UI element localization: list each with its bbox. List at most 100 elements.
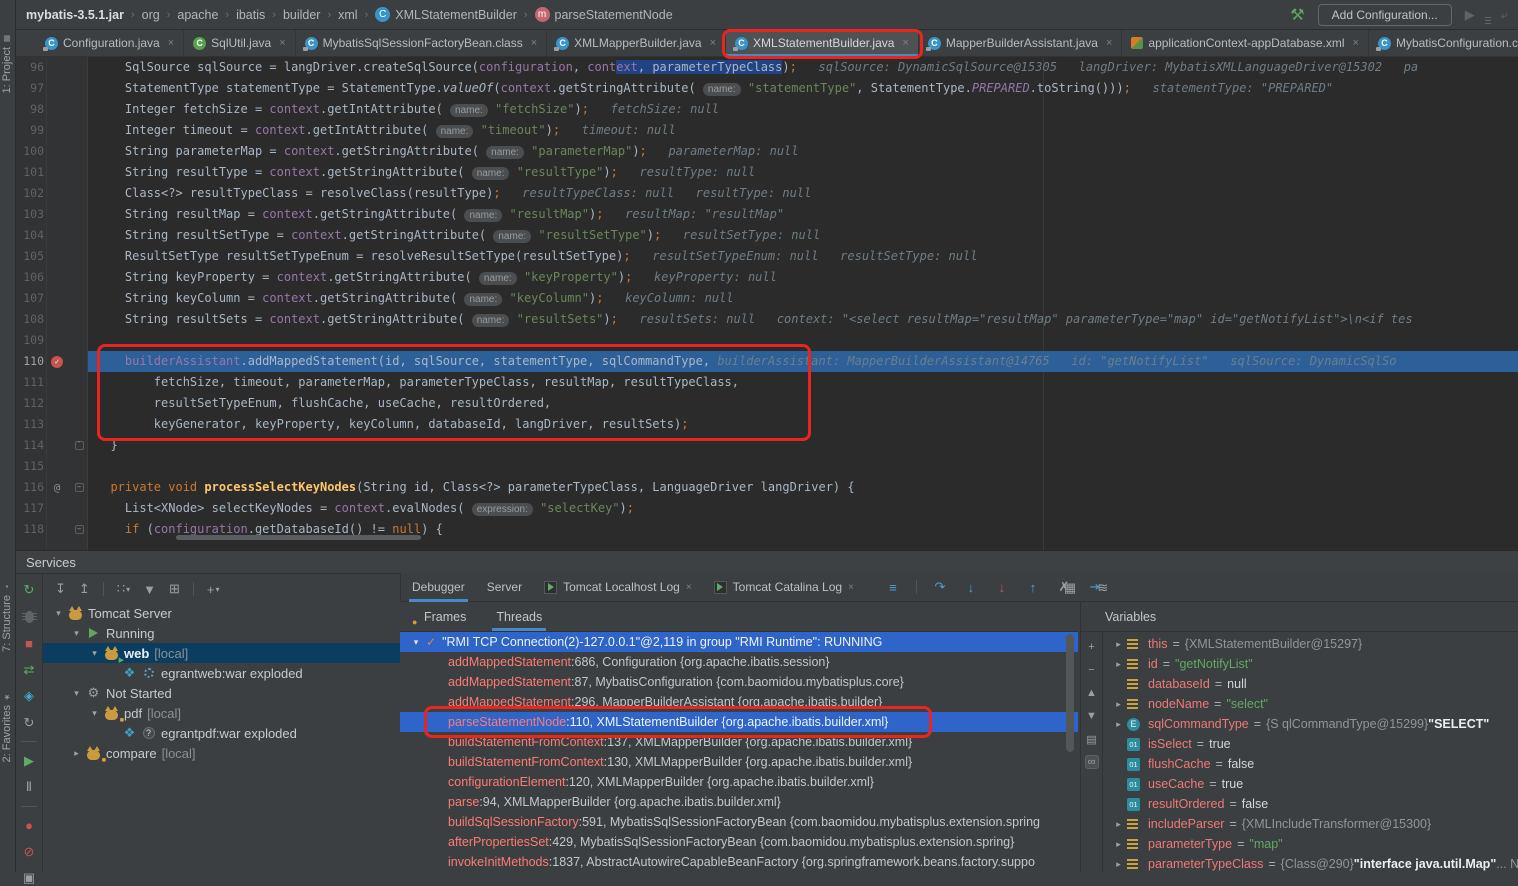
- tab-close-icon[interactable]: ×: [279, 37, 285, 49]
- code-line[interactable]: 110✓ builderAssistant.addMappedStatement…: [16, 351, 1518, 372]
- stack-frame[interactable]: addMappedStatement:686, Configuration {o…: [400, 652, 1078, 672]
- variable-row[interactable]: ▸EsqlCommandType={S qlCommandType@15299}…: [1104, 714, 1518, 734]
- editor-tab[interactable]: CConfiguration.java×: [36, 30, 184, 56]
- fold-icon[interactable]: −: [75, 483, 84, 492]
- editor-tab[interactable]: CMapperBuilderAssistant.java×: [919, 30, 1123, 56]
- add-service-icon[interactable]: +▾: [207, 582, 220, 597]
- editor-tab[interactable]: CMybatisConfiguration.class×: [1369, 30, 1518, 56]
- resume-icon[interactable]: ▶: [21, 753, 37, 769]
- tab-close-icon[interactable]: ×: [168, 37, 174, 49]
- rerun-icon[interactable]: ↻: [21, 582, 37, 598]
- stack-frame[interactable]: invokeInitMethods:1837, AbstractAutowire…: [400, 852, 1078, 872]
- code-line[interactable]: 112 resultSetTypeEnum, flushCache, useCa…: [16, 393, 1518, 414]
- service-tree-item[interactable]: ❖?egrantpdf:war exploded: [43, 723, 400, 743]
- tree-chevron-icon[interactable]: ▸: [1110, 859, 1127, 870]
- debugger-tab[interactable]: Server: [476, 573, 533, 601]
- collapse-all-icon[interactable]: ↥: [79, 581, 90, 597]
- build-hammer-icon[interactable]: ⚒: [1290, 5, 1304, 25]
- stack-frame[interactable]: afterPropertiesSet:429, MybatisSqlSessio…: [400, 832, 1078, 852]
- variable-row[interactable]: ▸this={XMLStatementBuilder@15297}: [1104, 634, 1518, 654]
- service-tree-item[interactable]: ▾Tomcat Server: [43, 603, 400, 623]
- tree-chevron-icon[interactable]: ▾: [87, 648, 102, 659]
- code-editor[interactable]: 96 SqlSource sqlSource = langDriver.crea…: [16, 57, 1518, 550]
- tab-close-icon[interactable]: ×: [1353, 37, 1359, 49]
- fold-slot[interactable]: −: [70, 477, 88, 498]
- tool-window-button-favorites[interactable]: 2: Favorites★: [1, 692, 13, 762]
- variable-row[interactable]: 01isSelect=true: [1104, 734, 1518, 754]
- camera-icon[interactable]: ▣: [21, 870, 37, 886]
- step-into-icon[interactable]: ↓: [963, 579, 979, 595]
- variable-row[interactable]: ▸nodeName="select": [1104, 694, 1518, 714]
- tool-window-button-structure[interactable]: 7: Structure▪: [1, 582, 13, 652]
- show-watches-icon[interactable]: ∞: [1085, 755, 1099, 769]
- remove-watch-icon[interactable]: −: [1085, 663, 1099, 677]
- breakpoint-gutter[interactable]: ✓: [44, 351, 70, 372]
- stack-frame[interactable]: parseStatementNode:110, XMLStatementBuil…: [400, 712, 1078, 732]
- tree-chevron-icon[interactable]: ▾: [87, 708, 102, 719]
- code-line[interactable]: 111 fetchSize, timeout, parameterMap, pa…: [16, 372, 1518, 393]
- fold-slot[interactable]: ˆ: [70, 435, 88, 456]
- stack-frame[interactable]: parse:94, XMLMapperBuilder {org.apache.i…: [400, 792, 1078, 812]
- tree-chevron-icon[interactable]: ▸: [1110, 839, 1127, 850]
- frames-scrollbar[interactable]: [1066, 634, 1074, 752]
- variable-row[interactable]: ▸parameterTypeClass={Class@290} "interfa…: [1104, 854, 1518, 872]
- code-line[interactable]: 100 String parameterMap = context.getStr…: [16, 141, 1518, 162]
- debugger-tab[interactable]: Tomcat Catalina Log×: [703, 573, 865, 601]
- code-line[interactable]: 101 String resultType = context.getStrin…: [16, 162, 1518, 183]
- variable-row[interactable]: ▸includeParser={XMLIncludeTransformer@15…: [1104, 814, 1518, 834]
- code-line[interactable]: 99 Integer timeout = context.getIntAttri…: [16, 120, 1518, 141]
- tree-chevron-icon[interactable]: ▸: [1110, 639, 1127, 650]
- tab-close-icon[interactable]: ×: [710, 37, 716, 49]
- code-line[interactable]: 115: [16, 456, 1518, 477]
- tree-chevron-icon[interactable]: ▸: [1110, 699, 1127, 710]
- code-line[interactable]: 98 Integer fetchSize = context.getIntAtt…: [16, 99, 1518, 120]
- expand-all-icon[interactable]: ↧: [55, 581, 66, 597]
- editor-tab[interactable]: CSqlUtil.java×: [184, 30, 295, 56]
- breadcrumb-item[interactable]: org: [142, 8, 160, 22]
- code-line[interactable]: 97 StatementType statementType = Stateme…: [16, 78, 1518, 99]
- tab-close-icon[interactable]: ×: [848, 582, 854, 593]
- refresh-icon[interactable]: ↻: [21, 715, 37, 731]
- code-line[interactable]: 96 SqlSource sqlSource = langDriver.crea…: [16, 57, 1518, 78]
- code-line[interactable]: 116@− private void processSelectKeyNodes…: [16, 477, 1518, 498]
- code-line[interactable]: 106 String keyProperty = context.getStri…: [16, 267, 1518, 288]
- variable-row[interactable]: 01flushCache=false: [1104, 754, 1518, 774]
- stack-frame[interactable]: buildStatementFromContext:130, XMLMapper…: [400, 752, 1078, 772]
- breadcrumb-class-item[interactable]: CXMLStatementBuilder: [375, 7, 517, 22]
- variable-row[interactable]: ▸id="getNotifyList": [1104, 654, 1518, 674]
- stack-frame[interactable]: buildSqlSessionFactory:591, MybatisSqlSe…: [400, 812, 1078, 832]
- duplicate-watch-icon[interactable]: ▤: [1085, 732, 1099, 746]
- evaluate-expression-icon[interactable]: ▦: [1062, 580, 1078, 596]
- breadcrumb-item[interactable]: apache: [177, 8, 218, 22]
- fold-slot[interactable]: −: [70, 519, 88, 540]
- variable-row[interactable]: databaseId=null: [1104, 674, 1518, 694]
- tab-close-icon[interactable]: ×: [686, 582, 692, 593]
- code-line[interactable]: 102 Class<?> resultTypeClass = resolveCl…: [16, 183, 1518, 204]
- view-breakpoints-icon[interactable]: ●: [21, 817, 37, 833]
- code-line[interactable]: 107 String keyColumn = context.getString…: [16, 288, 1518, 309]
- tree-chevron-icon[interactable]: ▾: [69, 688, 84, 699]
- stack-frame[interactable]: buildStatementFromContext:137, XMLMapper…: [400, 732, 1078, 752]
- deploy-icon[interactable]: ⇄: [21, 662, 37, 678]
- editor-tab[interactable]: CXMLMapperBuilder.java×: [547, 30, 726, 56]
- code-line[interactable]: 117 List<XNode> selectKeyNodes = context…: [16, 498, 1518, 519]
- code-line[interactable]: 108 String resultSets = context.getStrin…: [16, 309, 1518, 330]
- service-tree-item[interactable]: ▾Running: [43, 623, 400, 643]
- service-tree-item[interactable]: ▾⚙Not Started: [43, 683, 400, 703]
- editor-tab[interactable]: applicationContext-appDatabase.xml×: [1122, 30, 1369, 56]
- variable-row[interactable]: ▸parameterType="map": [1104, 834, 1518, 854]
- step-over-icon[interactable]: ↷: [932, 579, 948, 595]
- service-tree-item[interactable]: ▾▶web [local]: [43, 643, 400, 663]
- breakpoint-icon[interactable]: ✓: [51, 356, 63, 368]
- breadcrumb-item[interactable]: builder: [283, 8, 321, 22]
- fold-icon[interactable]: −: [75, 525, 84, 534]
- tree-chevron-icon[interactable]: ▾: [408, 632, 424, 652]
- add-watch-icon[interactable]: +: [1085, 640, 1099, 654]
- fold-icon[interactable]: ˆ: [75, 441, 84, 450]
- thread-row[interactable]: ▾✓"RMI TCP Connection(2)-127.0.0.1"@2,11…: [400, 632, 1078, 652]
- mute-breakpoints-icon[interactable]: ⊘: [21, 844, 37, 860]
- tree-chevron-icon[interactable]: ▸: [1110, 819, 1127, 830]
- tree-chevron-icon[interactable]: ▸: [1110, 659, 1127, 670]
- editor-tab[interactable]: CXMLStatementBuilder.java×: [726, 30, 919, 56]
- subtab-frames[interactable]: ●Frames: [424, 602, 466, 631]
